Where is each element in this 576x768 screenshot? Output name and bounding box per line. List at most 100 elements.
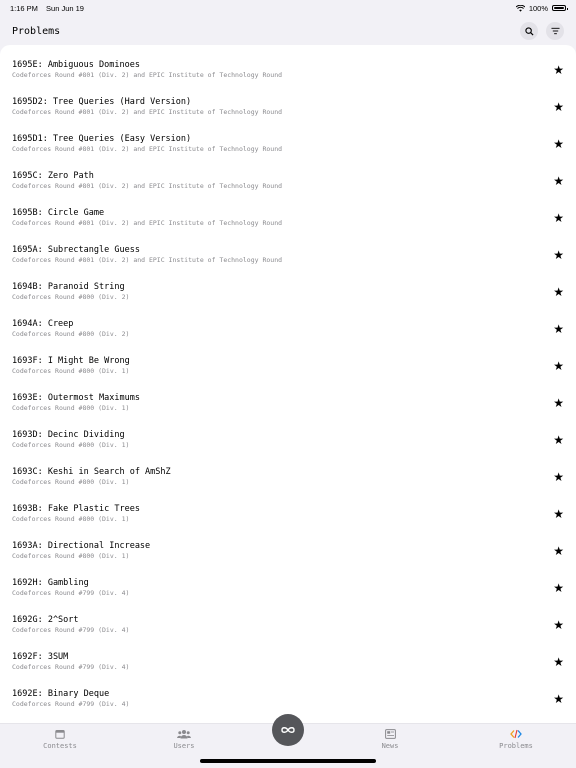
filter-icon — [550, 27, 560, 35]
problem-text: 1693F: I Might Be Wrong Codeforces Round … — [12, 356, 130, 376]
tab-problems[interactable]: Problems — [476, 729, 556, 750]
star-icon[interactable]: ★ — [553, 249, 564, 261]
problem-contest: Codeforces Round #801 (Div. 2) and EPIC … — [12, 218, 283, 227]
problem-row[interactable]: 1692E: Binary Deque Codeforces Round #799… — [0, 680, 576, 717]
problem-title: 1693E: Outermost Maximums — [12, 392, 140, 403]
status-time: 1:16 PM — [10, 3, 38, 13]
problem-title: 1695D2: Tree Queries (Hard Version) — [12, 96, 192, 107]
search-icon — [524, 26, 534, 36]
calendar-icon — [55, 730, 65, 739]
problem-row[interactable]: 1693C: Keshi in Search of AmShZ Codeforce… — [0, 458, 576, 495]
problem-row[interactable]: 1693B: Fake Plastic Trees Codeforces Roun… — [0, 495, 576, 532]
tab-users-label: Users — [173, 742, 195, 750]
problem-contest: Codeforces Round #800 (Div. 1) — [12, 514, 130, 523]
star-icon[interactable]: ★ — [553, 360, 564, 372]
tab-news[interactable]: News — [350, 729, 430, 750]
problem-row[interactable]: 1695C: Zero Path Codeforces Round #801 (D… — [0, 162, 576, 199]
problem-contest: Codeforces Round #801 (Div. 2) and EPIC … — [12, 144, 283, 153]
star-icon[interactable]: ★ — [553, 693, 564, 705]
star-icon[interactable]: ★ — [553, 471, 564, 483]
problem-contest: Codeforces Round #801 (Div. 2) and EPIC … — [12, 181, 283, 190]
star-icon[interactable]: ★ — [553, 545, 564, 557]
problem-title: 1693D: Decinc Dividing — [12, 429, 125, 440]
problem-text: 1694B: Paranoid String Codeforces Round #… — [12, 282, 129, 302]
filter-button[interactable] — [546, 22, 564, 40]
problem-text: 1693D: Decinc Dividing Codeforces Round #… — [12, 430, 129, 450]
star-icon[interactable]: ★ — [553, 138, 564, 150]
star-icon[interactable]: ★ — [553, 175, 564, 187]
star-icon[interactable]: ★ — [553, 619, 564, 631]
problem-title: 1692H: Gambling — [12, 577, 89, 588]
star-icon[interactable]: ★ — [553, 64, 564, 76]
problem-row[interactable]: 1694A: Creep Codeforces Round #800 (Div. … — [0, 310, 576, 347]
star-icon[interactable]: ★ — [553, 656, 564, 668]
problem-row[interactable]: 1695D1: Tree Queries (Easy Version) Codef… — [0, 125, 576, 162]
problem-row[interactable]: 1692H: Gambling Codeforces Round #799 (Di… — [0, 569, 576, 606]
problem-text: 1692E: Binary Deque Codeforces Round #799… — [12, 689, 129, 709]
problem-contest: Codeforces Round #799 (Div. 4) — [12, 625, 130, 634]
problem-text: 1695D1: Tree Queries (Easy Version) Codef… — [12, 134, 282, 154]
tab-problems-label: Problems — [499, 742, 533, 750]
battery-icon — [552, 5, 568, 11]
problem-text: 1695C: Zero Path Codeforces Round #801 (D… — [12, 171, 282, 191]
problem-title: 1694B: Paranoid String — [12, 281, 125, 292]
problem-contest: Codeforces Round #801 (Div. 2) and EPIC … — [12, 70, 283, 79]
problem-contest: Codeforces Round #800 (Div. 1) — [12, 477, 130, 486]
problem-title: 1695A: Subrectangle Guess — [12, 244, 140, 255]
problem-title: 1692G: 2^Sort — [12, 614, 79, 625]
star-icon[interactable]: ★ — [553, 582, 564, 594]
problem-text: 1693E: Outermost Maximums Codeforces Roun… — [12, 393, 140, 413]
status-date: Sun Jun 19 — [46, 3, 84, 13]
home-indicator[interactable] — [200, 759, 376, 763]
problem-contest: Codeforces Round #799 (Div. 4) — [12, 662, 130, 671]
problem-title: 1693A: Directional Increase — [12, 540, 151, 551]
star-icon[interactable]: ★ — [553, 212, 564, 224]
problem-title: 1695D1: Tree Queries (Easy Version) — [12, 133, 192, 144]
star-icon[interactable]: ★ — [553, 397, 564, 409]
tab-contests-label: Contests — [43, 742, 77, 750]
problem-contest: Codeforces Round #801 (Div. 2) and EPIC … — [12, 107, 283, 116]
problem-row[interactable]: 1695E: Ambiguous Dominoes Codeforces Roun… — [0, 51, 576, 88]
problem-contest: Codeforces Round #801 (Div. 2) and EPIC … — [12, 255, 283, 264]
problem-title: 1693C: Keshi in Search of AmShZ — [12, 466, 171, 477]
problem-row[interactable]: 1693A: Directional Increase Codeforces Ro… — [0, 532, 576, 569]
problem-text: 1695B: Circle Game Codeforces Round #801 … — [12, 208, 282, 228]
problem-row[interactable]: 1693E: Outermost Maximums Codeforces Roun… — [0, 384, 576, 421]
problem-row[interactable]: 1695B: Circle Game Codeforces Round #801 … — [0, 199, 576, 236]
problem-row[interactable]: 1694B: Paranoid String Codeforces Round #… — [0, 273, 576, 310]
problem-row[interactable]: 1692F: 3SUM Codeforces Round #799 (Div. 4… — [0, 643, 576, 680]
problem-row[interactable]: 1692G: 2^Sort Codeforces Round #799 (Div.… — [0, 606, 576, 643]
battery-percent: 100% — [528, 3, 548, 13]
wifi-icon — [515, 4, 525, 12]
star-icon[interactable]: ★ — [553, 101, 564, 113]
problem-text: 1692F: 3SUM Codeforces Round #799 (Div. 4… — [12, 652, 129, 672]
star-icon[interactable]: ★ — [553, 286, 564, 298]
center-infinity-button[interactable] — [272, 714, 304, 746]
problems-list[interactable]: 1695E: Ambiguous Dominoes Codeforces Roun… — [0, 45, 576, 723]
problem-title: 1694A: Creep — [12, 318, 74, 329]
problem-contest: Codeforces Round #800 (Div. 1) — [12, 551, 130, 560]
problem-row[interactable]: 1693F: I Might Be Wrong Codeforces Round … — [0, 347, 576, 384]
problem-row[interactable]: 1695A: Subrectangle Guess Codeforces Roun… — [0, 236, 576, 273]
problem-text: 1693C: Keshi in Search of AmShZ Codeforce… — [12, 467, 171, 487]
code-icon — [510, 729, 522, 739]
users-icon — [177, 730, 191, 739]
navigation-bar: Problems — [0, 16, 576, 46]
search-button[interactable] — [520, 22, 538, 40]
star-icon[interactable]: ★ — [553, 323, 564, 335]
problem-title: 1695E: Ambiguous Dominoes — [12, 59, 140, 70]
problem-text: 1693A: Directional Increase Codeforces Ro… — [12, 541, 150, 561]
problem-text: 1694A: Creep Codeforces Round #800 (Div. … — [12, 319, 129, 339]
problem-title: 1692E: Binary Deque — [12, 688, 110, 699]
tab-users[interactable]: Users — [144, 729, 224, 750]
problem-title: 1693F: I Might Be Wrong — [12, 355, 130, 366]
problem-contest: Codeforces Round #800 (Div. 2) — [12, 329, 130, 338]
problem-contest: Codeforces Round #800 (Div. 1) — [12, 403, 130, 412]
problem-row[interactable]: 1693D: Decinc Dividing Codeforces Round #… — [0, 421, 576, 458]
tab-contests[interactable]: Contests — [20, 729, 100, 750]
problem-row[interactable]: 1695D2: Tree Queries (Hard Version) Codef… — [0, 88, 576, 125]
star-icon[interactable]: ★ — [553, 508, 564, 520]
star-icon[interactable]: ★ — [553, 434, 564, 446]
problem-contest: Codeforces Round #800 (Div. 1) — [12, 366, 130, 375]
problem-title: 1695C: Zero Path — [12, 170, 94, 181]
